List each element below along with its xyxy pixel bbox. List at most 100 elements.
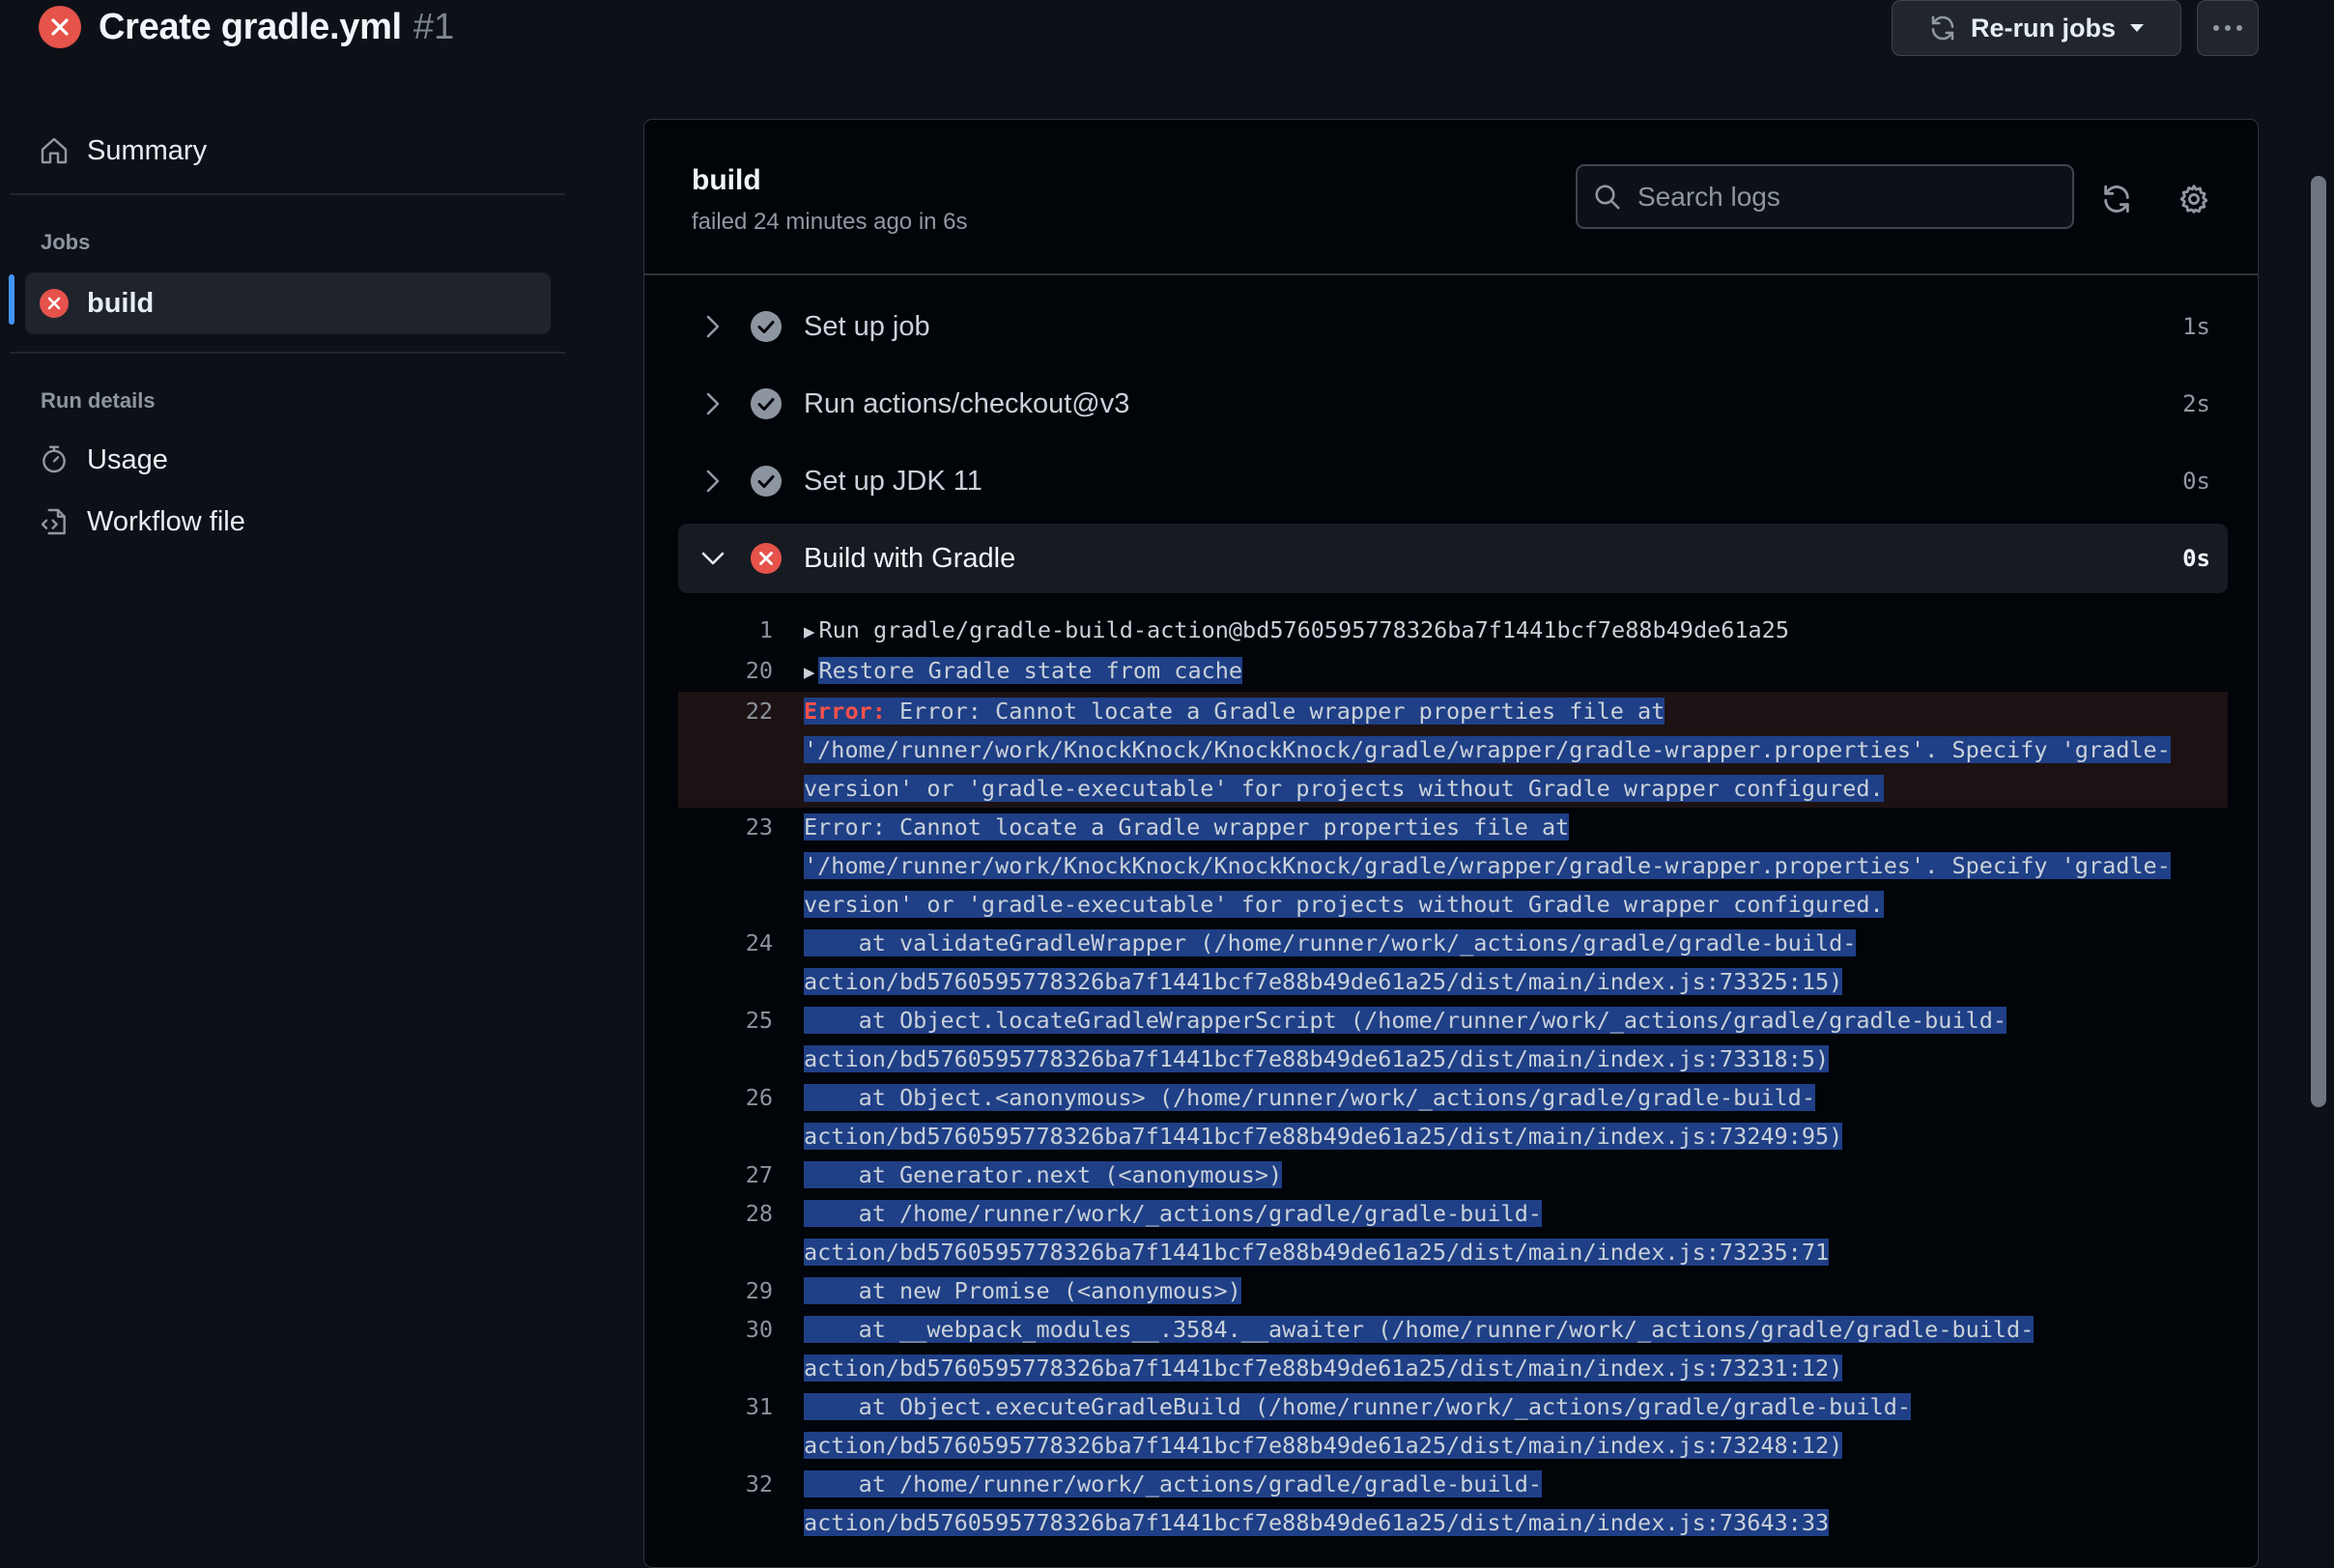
page-scrollbar-thumb[interactable] (2311, 176, 2326, 1107)
log-text: at validateGradleWrapper (/home/runner/w… (804, 929, 1857, 995)
sidebar-item-label: Summary (87, 134, 208, 166)
sidebar-item-usage[interactable]: Usage (25, 429, 551, 491)
log-text: ▶ Run gradle/gradle-build-action@bd576059… (804, 616, 1789, 643)
step-label: Set up job (804, 310, 930, 342)
step-label: Run actions/checkout@v3 (804, 387, 1130, 419)
gear-icon (2177, 183, 2210, 215)
step-set-up-job[interactable]: Set up job 1s (678, 292, 2228, 361)
line-number[interactable]: 30 (678, 1310, 773, 1387)
chevron-right-icon (694, 315, 732, 338)
sync-icon (1928, 14, 1957, 43)
step-duration: 0s (2182, 545, 2210, 572)
check-circle-fill-icon (750, 387, 783, 420)
step-duration: 0s (2182, 468, 2210, 495)
run-title-text: Create gradle.yml (99, 6, 402, 47)
log-text: at /home/runner/work/_actions/gradle/gra… (804, 1470, 1830, 1536)
sidebar-divider (10, 352, 565, 354)
search-logs-field[interactable] (1576, 164, 2074, 229)
log-line: 30 at __webpack_modules__.3584.__awaiter… (678, 1310, 2228, 1387)
line-number[interactable]: 28 (678, 1194, 773, 1271)
sidebar-divider (10, 193, 565, 195)
sidebar-item-summary[interactable]: Summary (25, 120, 551, 182)
log-line: 1 ▶ Run gradle/gradle-build-action@bd5760… (678, 611, 2228, 651)
line-number[interactable]: 29 (678, 1271, 773, 1310)
rerun-jobs-label: Re-run jobs (1970, 13, 2116, 43)
rerun-jobs-button[interactable]: Re-run jobs (1892, 0, 2181, 56)
triangle-right-icon[interactable]: ▶ (804, 621, 814, 642)
line-number[interactable]: 1 (678, 611, 773, 651)
sidebar-item-build[interactable]: build (25, 272, 551, 334)
active-indicator (9, 274, 14, 325)
sync-icon (2100, 183, 2133, 215)
log-line: 32 at /home/runner/work/_actions/gradle/… (678, 1465, 2228, 1542)
log-line: 29 at new Promise (<anonymous>) (678, 1271, 2228, 1310)
x-circle-fill-icon (39, 288, 70, 319)
log-text: Error: Error: Cannot locate a Gradle wra… (804, 698, 2171, 802)
line-number[interactable]: 24 (678, 924, 773, 1001)
log-line: 25 at Object.locateGradleWrapperScript (… (678, 1001, 2228, 1078)
jobs-heading: Jobs (41, 230, 91, 254)
sidebar-item-label: Usage (87, 443, 168, 475)
sidebar-item-workflow-file[interactable]: Workflow file (25, 491, 551, 553)
x-circle-fill-icon (750, 542, 783, 575)
log-text: at Object.executeGradleBuild (/home/runn… (804, 1393, 1912, 1459)
line-number[interactable]: 20 (678, 651, 773, 692)
search-logs-input[interactable] (1637, 181, 2043, 213)
log-text: at /home/runner/work/_actions/gradle/gra… (804, 1200, 1830, 1266)
step-duration: 1s (2182, 313, 2210, 340)
line-number[interactable]: 32 (678, 1465, 773, 1542)
file-code-icon (39, 506, 70, 537)
log-line: 27 at Generator.next (<anonymous>) (678, 1155, 2228, 1194)
line-number[interactable]: 31 (678, 1387, 773, 1465)
stopwatch-icon (39, 444, 70, 475)
line-number[interactable]: 27 (678, 1155, 773, 1194)
check-circle-fill-icon (750, 310, 783, 343)
line-number[interactable]: 25 (678, 1001, 773, 1078)
step-set-up-jdk[interactable]: Set up JDK 11 0s (678, 446, 2228, 516)
log-line: 23 Error: Cannot locate a Gradle wrapper… (678, 808, 2228, 924)
log-text: at Generator.next (<anonymous>) (804, 1161, 1283, 1188)
log-settings-button[interactable] (2177, 182, 2211, 216)
x-circle-fill-icon (39, 6, 81, 48)
step-build-with-gradle[interactable]: Build with Gradle 0s (678, 524, 2228, 593)
triangle-down-icon (2129, 23, 2145, 33)
job-header: build failed 24 minutes ago in 6s (644, 120, 2258, 275)
log-output[interactable]: 1 ▶ Run gradle/gradle-build-action@bd5760… (678, 611, 2228, 1542)
line-number[interactable]: 23 (678, 808, 773, 924)
line-number[interactable]: 26 (678, 1078, 773, 1155)
job-title: build (692, 164, 761, 196)
step-duration: 2s (2182, 390, 2210, 417)
search-icon (1593, 183, 1622, 212)
sidebar-item-label: build (87, 287, 155, 319)
step-checkout[interactable]: Run actions/checkout@v3 2s (678, 369, 2228, 439)
log-line: 31 at Object.executeGradleBuild (/home/r… (678, 1387, 2228, 1465)
run-title: Create gradle.yml #1 (39, 2, 454, 52)
refresh-logs-button[interactable] (2099, 182, 2134, 216)
sidebar-item-label: Workflow file (87, 505, 245, 537)
chevron-right-icon (694, 470, 732, 493)
step-label: Build with Gradle (804, 542, 1016, 574)
run-header: Create gradle.yml #1 Re-run jobs (0, 0, 2334, 68)
log-text: at Object.locateGradleWrapperScript (/ho… (804, 1007, 2007, 1072)
run-number: #1 (413, 6, 455, 47)
log-text: at Object.<anonymous> (/home/runner/work… (804, 1084, 1843, 1150)
log-text: at new Promise (<anonymous>) (804, 1277, 1241, 1304)
log-text: Error: Cannot locate a Gradle wrapper pr… (804, 813, 2171, 918)
log-line: 28 at /home/runner/work/_actions/gradle/… (678, 1194, 2228, 1271)
triangle-right-icon[interactable]: ▶ (804, 662, 814, 683)
job-status-text: failed 24 minutes ago in 6s (692, 209, 968, 235)
job-log-panel: build failed 24 minutes ago in 6s Search… (643, 119, 2259, 1568)
kebab-horizontal-icon (2212, 24, 2243, 32)
line-number[interactable]: 22 (678, 692, 773, 808)
step-label: Set up JDK 11 (804, 465, 982, 497)
chevron-right-icon (694, 392, 732, 415)
chevron-down-icon (694, 552, 732, 565)
log-text: ▶ Restore Gradle state from cache (804, 657, 1243, 684)
log-line-error: 22 Error: Error: Cannot locate a Gradle … (678, 692, 2228, 808)
check-circle-fill-icon (750, 465, 783, 498)
home-icon (39, 135, 70, 166)
more-options-button[interactable] (2197, 0, 2259, 56)
run-details-heading: Run details (41, 388, 156, 413)
log-line: 26 at Object.<anonymous> (/home/runner/w… (678, 1078, 2228, 1155)
log-line: 24 at validateGradleWrapper (/home/runne… (678, 924, 2228, 1001)
